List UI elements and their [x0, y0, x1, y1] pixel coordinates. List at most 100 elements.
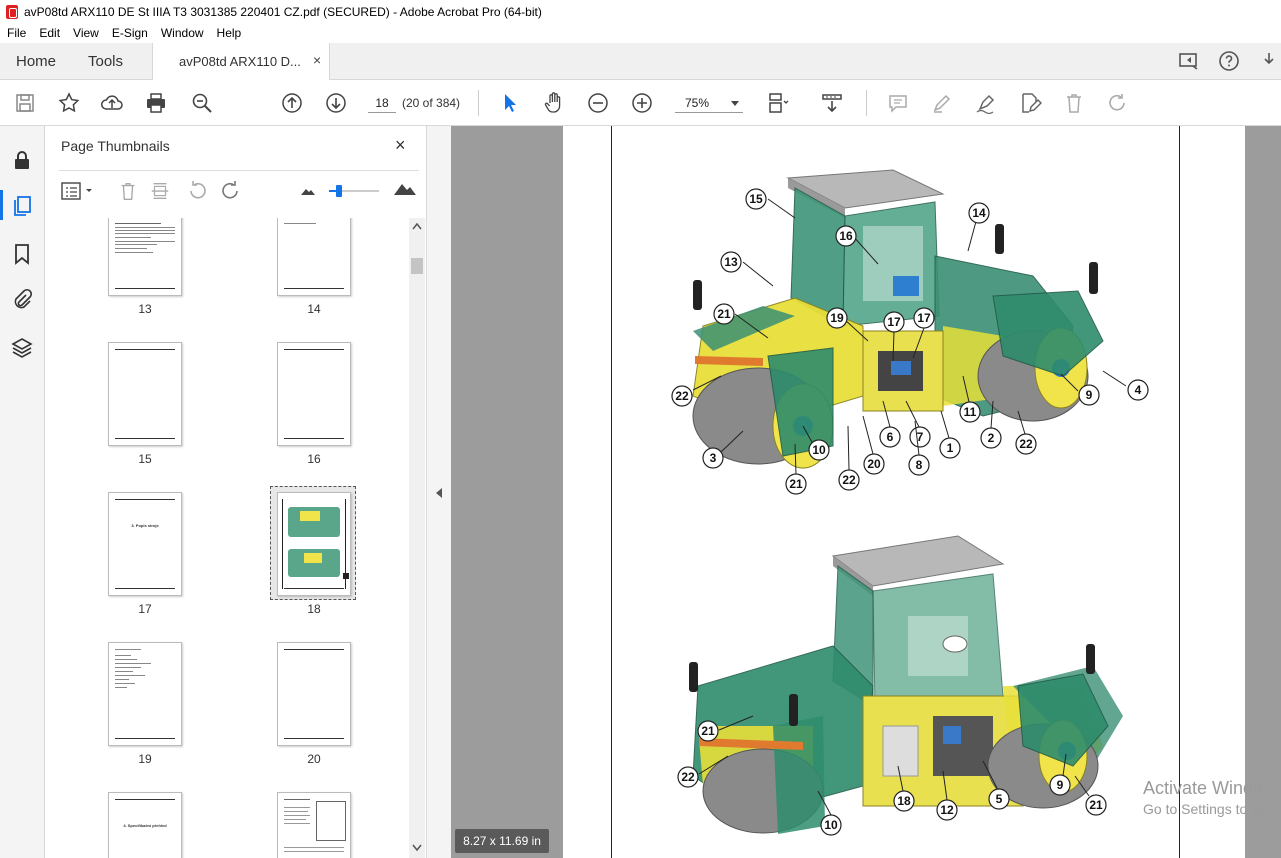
menu-edit[interactable]: Edit: [39, 26, 60, 40]
thumbnail-page[interactable]: 4. Specifikační přehled: [108, 792, 182, 858]
zoom-out-icon[interactable]: [586, 91, 610, 115]
share-screen-icon[interactable]: [1177, 49, 1201, 73]
select-cursor-icon[interactable]: [498, 91, 522, 115]
thumbnail-label: 17: [138, 602, 152, 616]
callout-label: 17: [887, 315, 901, 329]
menu-window[interactable]: Window: [161, 26, 204, 40]
windows-activation-watermark: Activate Windo Go to Settings to ac: [1143, 778, 1266, 817]
page-display-icon[interactable]: [766, 91, 790, 115]
previous-page-icon[interactable]: [280, 91, 304, 115]
layers-icon[interactable]: [10, 336, 34, 360]
callout-label: 22: [681, 770, 695, 784]
toolbar-divider: [478, 90, 479, 116]
callout-label: 21: [701, 724, 715, 738]
options-menu-icon[interactable]: [61, 181, 95, 201]
menu-help[interactable]: Help: [217, 26, 242, 40]
thumbnail-label: 14: [307, 302, 321, 316]
menu-esign[interactable]: E-Sign: [112, 26, 148, 40]
extract-pages-icon[interactable]: [149, 179, 171, 203]
thumbnail-size-slider[interactable]: [329, 185, 379, 197]
edit-document-icon[interactable]: [1018, 91, 1043, 115]
menu-file[interactable]: File: [7, 26, 26, 40]
callout-label: 11: [964, 405, 977, 419]
thumbnail-page[interactable]: [108, 342, 182, 446]
upload-cloud-icon[interactable]: [100, 91, 124, 115]
thumbnail-page[interactable]: [277, 342, 351, 446]
help-icon[interactable]: [1217, 49, 1241, 73]
callout-label: 8: [916, 458, 923, 472]
zoom-level-select[interactable]: 75%: [675, 93, 743, 113]
thumbnail-label: 19: [138, 752, 152, 766]
redo-icon[interactable]: [1106, 91, 1130, 115]
callout-label: 9: [1057, 778, 1064, 792]
thumbnail-label: 16: [307, 452, 321, 466]
thumbnail-page-selected[interactable]: [277, 492, 351, 596]
callout-label: 2: [988, 431, 995, 445]
thumbnail-page[interactable]: [277, 792, 351, 858]
lock-icon[interactable]: [10, 148, 34, 172]
zoom-level-value: 75%: [685, 96, 710, 110]
scroll-mode-icon[interactable]: [820, 91, 844, 115]
panel-close-icon[interactable]: ×: [395, 135, 406, 156]
collapse-panel-icon[interactable]: [436, 488, 442, 498]
page-thumbnails-icon[interactable]: [10, 194, 34, 218]
scroll-up-icon[interactable]: [412, 222, 422, 230]
slider-handle[interactable]: [336, 185, 342, 197]
tab-home[interactable]: Home: [16, 53, 56, 70]
callout-label: 22: [675, 389, 689, 403]
panel-title: Page Thumbnails: [61, 138, 170, 154]
zoom-search-icon[interactable]: [190, 91, 214, 115]
thumbnail-page[interactable]: [277, 218, 351, 296]
tab-close-icon[interactable]: ×: [313, 52, 321, 68]
panel-splitter[interactable]: [427, 126, 451, 858]
tab-document[interactable]: avP08td ARX110 D... ×: [152, 43, 330, 80]
callout-label: 9: [1086, 388, 1093, 402]
thumbnail-page[interactable]: [108, 642, 182, 746]
machine-illustration: 15 14 16 13 21 19 17 17 22 9 4 11 2 22 6…: [671, 169, 1149, 836]
small-thumbnail-icon[interactable]: [299, 183, 317, 197]
page-size-indicator: 8.27 x 11.69 in: [455, 829, 549, 853]
bookmarks-icon[interactable]: [10, 242, 34, 266]
next-page-icon[interactable]: [324, 91, 348, 115]
document-view[interactable]: 15 14 16 13 21 19 17 17 22 9 4 11 2 22 6…: [451, 126, 1281, 858]
callout-label: 16: [839, 229, 853, 243]
attachments-icon[interactable]: [10, 288, 34, 312]
delete-pages-icon[interactable]: [117, 179, 139, 203]
pdf-app-icon: [6, 4, 18, 19]
callout-label: 21: [717, 307, 731, 321]
thumbnail-scrollbar[interactable]: [409, 218, 425, 858]
profile-icon[interactable]: [1257, 49, 1281, 73]
tab-tools[interactable]: Tools: [88, 53, 123, 70]
thumbnail-page[interactable]: 3. Popis stroje: [108, 492, 182, 596]
hand-tool-icon[interactable]: [542, 91, 566, 115]
comment-icon[interactable]: [886, 91, 910, 115]
callout-label: 21: [1089, 798, 1103, 812]
scroll-down-icon[interactable]: [412, 844, 422, 852]
window-title: avP08td ARX110 DE St IIIA T3 3031385 220…: [24, 4, 542, 19]
zoom-in-icon[interactable]: [630, 91, 654, 115]
draw-signature-icon[interactable]: [974, 91, 998, 115]
thumbnail-page[interactable]: [277, 642, 351, 746]
tab-bar: Home Tools avP08td ARX110 D... ×: [0, 43, 1281, 80]
thumbnail-label: 15: [138, 452, 152, 466]
thumbnail-page[interactable]: [108, 218, 182, 296]
delete-trash-icon[interactable]: [1062, 91, 1086, 115]
menu-view[interactable]: View: [73, 26, 99, 40]
print-icon[interactable]: [144, 91, 168, 115]
rotate-left-icon[interactable]: [185, 179, 209, 203]
document-right-margin: [1245, 126, 1281, 858]
large-thumbnail-icon[interactable]: [393, 179, 417, 197]
save-icon[interactable]: [13, 91, 37, 115]
bookmark-star-icon[interactable]: [57, 91, 81, 115]
thumbnail-label: 18: [307, 602, 321, 616]
callout-label: 22: [1019, 437, 1033, 451]
scrollbar-thumb[interactable]: [411, 258, 423, 274]
callout-label: 15: [749, 192, 763, 206]
highlight-pen-icon[interactable]: [930, 91, 954, 115]
page-number-input[interactable]: 18: [368, 93, 396, 113]
page-count: (20 of 384): [402, 96, 461, 110]
navigation-rail: [0, 126, 45, 858]
toolbar-divider: [866, 90, 867, 116]
main-toolbar: 18 (20 of 384) 75%: [0, 80, 1281, 126]
rotate-right-icon[interactable]: [219, 179, 243, 203]
